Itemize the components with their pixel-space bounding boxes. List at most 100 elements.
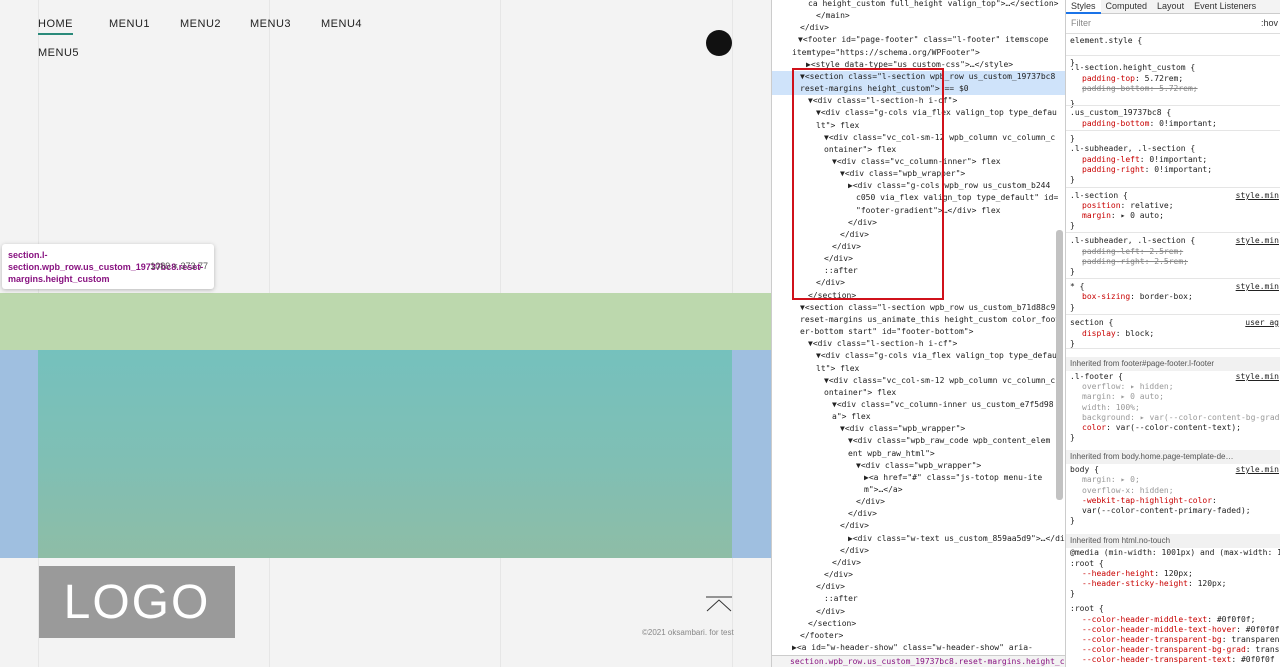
nav-menu3[interactable]: MENU3 — [250, 18, 291, 30]
dom-node-line[interactable]: ▶<div class="w-text us_custom_859aa5d9">… — [848, 533, 1065, 545]
nav-menu1[interactable]: MENU1 — [109, 18, 150, 30]
css-rule-brace: } — [1070, 516, 1075, 525]
dom-node-line[interactable]: </div> — [848, 508, 877, 520]
dom-node-line[interactable]: </footer> — [800, 630, 843, 642]
nav-home[interactable]: HOME — [38, 18, 73, 35]
css-declaration[interactable]: padding-bottom: 5.72rem; — [1066, 84, 1280, 94]
rule-divider — [1066, 314, 1280, 315]
dom-node-line[interactable]: lt"> flex — [816, 363, 859, 375]
dom-node-line[interactable]: </main> — [816, 10, 850, 22]
tab-computed[interactable]: Computed — [1101, 0, 1153, 14]
css-declaration[interactable]: padding-left: 2.5rem; — [1066, 247, 1280, 257]
css-declaration[interactable]: margin: ▸ 0 auto; — [1066, 211, 1280, 221]
nav-menu5[interactable]: MENU5 — [38, 47, 79, 59]
css-declaration[interactable]: padding-left: 0!important; — [1066, 155, 1280, 165]
nav-menu4[interactable]: MENU4 — [321, 18, 362, 30]
css-declaration[interactable]: margin: ▸ 0 auto; — [1066, 392, 1280, 402]
css-declaration[interactable]: --color-header-middle-text-hover: #0f0f0… — [1066, 625, 1280, 635]
dom-node-line[interactable]: ▼<footer id="page-footer" class="l-foote… — [798, 34, 1048, 46]
dom-node-line[interactable]: </div> — [832, 557, 861, 569]
dom-node-line[interactable]: </section> — [808, 618, 856, 630]
dom-node-line[interactable]: ▼<div class="l-section-h i-cf"> — [808, 338, 957, 350]
css-declaration[interactable]: padding-right: 0!important; — [1066, 165, 1280, 175]
dom-node-line[interactable]: ▼<div class="vc_column-inner us_custom_e… — [832, 399, 1054, 411]
dom-node-line[interactable]: er-bottom start" id="footer-bottom"> — [800, 326, 973, 338]
stylesheet-source-link[interactable]: style.min — [1236, 372, 1279, 382]
dom-node-line[interactable]: m">…</a> — [864, 484, 903, 496]
inherited-from-header: Inherited from body.home.page-template-d… — [1066, 450, 1280, 464]
elements-panel: ca height_custom full_height valign_top"… — [771, 0, 1065, 667]
css-rule-brace: } — [1070, 589, 1075, 598]
dom-node-line[interactable]: ontainer"> flex — [824, 387, 896, 399]
css-declaration[interactable]: width: 100%; — [1066, 403, 1280, 413]
stylesheet-source-link[interactable]: user ag — [1245, 318, 1279, 328]
css-declaration[interactable]: -webkit-tap-highlight-color: — [1066, 496, 1280, 506]
elements-scrollbar[interactable] — [1056, 230, 1063, 500]
nav-menu2[interactable]: MENU2 — [180, 18, 221, 30]
rule-divider — [1066, 278, 1280, 279]
css-declaration[interactable]: --color-header-transparent-bg-grad: tran… — [1066, 645, 1280, 655]
stylesheet-source-link[interactable]: style.min — [1236, 191, 1279, 201]
css-declaration[interactable]: color: var(--color-content-text); — [1066, 423, 1280, 433]
css-declaration[interactable]: padding-right: 2.5rem; — [1066, 257, 1280, 267]
menu-toggle-button[interactable] — [706, 30, 732, 56]
tooltip-dimensions: 1089 × 373.77 — [150, 261, 208, 271]
copyright-text: ©2021 oksambari. for test — [642, 628, 734, 637]
dom-node-line[interactable]: </div> — [824, 569, 853, 581]
dom-node-line[interactable]: ▶<a href="#" class="js-totop menu-ite — [864, 472, 1042, 484]
dom-node-line[interactable]: ▼<div class="wpb_raw_code wpb_content_el… — [848, 435, 1050, 447]
css-rule-selector: .l-section.height_custom { — [1070, 63, 1196, 72]
css-declaration[interactable]: position: relative; — [1066, 201, 1280, 211]
dom-node-line[interactable]: ▼<div class="wpb_wrapper"> — [840, 423, 965, 435]
styles-filter[interactable]: Filter :hov — [1066, 14, 1280, 34]
dom-breadcrumb[interactable]: section.wpb_row.us_custom_19737bc8.reset… — [772, 655, 1065, 667]
dom-node-line[interactable]: ▼<div class="g-cols via_flex valign_top … — [816, 350, 1057, 362]
dom-node-line[interactable]: </div> — [840, 520, 869, 532]
dom-node-line[interactable]: ent wpb_raw_html"> — [848, 448, 935, 460]
to-top-icon[interactable] — [706, 596, 732, 612]
hov-toggle[interactable]: :hov — [1261, 18, 1278, 28]
footer-logo[interactable]: LOGO — [39, 566, 235, 638]
stylesheet-source-link[interactable]: style.min — [1236, 465, 1279, 475]
css-declaration[interactable]: margin: ▸ 0; — [1066, 475, 1280, 485]
dom-node-line[interactable]: ▶<a id="w-header-show" class="w-header-s… — [792, 642, 1033, 654]
dom-node-line[interactable]: a"> flex — [832, 411, 871, 423]
rule-divider — [1066, 105, 1280, 106]
rule-divider — [1066, 130, 1280, 131]
dom-node-line[interactable]: </div> — [816, 606, 845, 618]
dom-node-line[interactable]: ::after — [824, 593, 858, 605]
css-declaration[interactable]: display: block; — [1066, 329, 1280, 339]
css-declaration[interactable]: overflow: ▸ hidden; — [1066, 382, 1280, 392]
stylesheet-source-link[interactable]: style.min — [1236, 282, 1279, 292]
css-declaration[interactable]: --color-header-transparent-bg: transpare… — [1066, 635, 1280, 645]
filter-input[interactable]: Filter — [1071, 18, 1091, 28]
dom-node-line[interactable]: ▼<div class="vc_col-sm-12 wpb_column vc_… — [824, 375, 1055, 387]
css-declaration[interactable]: overflow-x: hidden; — [1066, 486, 1280, 496]
dom-node-line[interactable]: ▼<div class="wpb_wrapper"> — [856, 460, 981, 472]
dom-node-line[interactable]: ca height_custom full_height valign_top"… — [808, 0, 1058, 10]
css-rule-selector: .us_custom_19737bc8 { — [1070, 108, 1172, 117]
dom-node-line[interactable]: </div> — [816, 581, 845, 593]
css-declaration[interactable]: var(--color-content-primary-faded); — [1066, 506, 1280, 516]
dom-node-line[interactable]: ▼<section class="l-section wpb_row us_cu… — [800, 302, 1055, 314]
css-declaration[interactable]: padding-bottom: 0!important; — [1066, 119, 1280, 129]
css-declaration[interactable]: --header-height: 120px; — [1066, 569, 1280, 579]
tab-event-listeners[interactable]: Event Listeners — [1189, 0, 1261, 14]
dom-node-line[interactable]: </div> — [840, 545, 869, 557]
css-rule-brace: } — [1070, 134, 1075, 143]
dom-node-line[interactable]: </div> — [856, 496, 885, 508]
css-declaration[interactable]: padding-top: 5.72rem; — [1066, 74, 1280, 84]
css-declaration[interactable]: --header-sticky-height: 120px; — [1066, 579, 1280, 589]
css-declaration[interactable]: box-sizing: border-box; — [1066, 292, 1280, 302]
tab-layout[interactable]: Layout — [1152, 0, 1189, 14]
css-declaration[interactable]: --color-header-transparent-text: #0f0f0f — [1066, 655, 1280, 665]
dom-node-line[interactable]: </div> — [800, 22, 829, 34]
css-rule-brace: } — [1070, 175, 1075, 184]
stylesheet-source-link[interactable]: style.min — [1236, 236, 1279, 246]
css-declaration[interactable]: background: ▸ var(--color-content-bg-gra… — [1066, 413, 1280, 423]
page-preview: HOME MENU1 MENU2 MENU3 MENU4 MENU5 secti… — [0, 0, 771, 667]
tab-styles[interactable]: Styles — [1066, 0, 1101, 14]
dom-node-line[interactable]: itemtype="https://schema.org/WPFooter"> — [792, 47, 980, 59]
css-declaration[interactable]: --color-header-middle-text: #0f0f0f; — [1066, 615, 1280, 625]
dom-node-line[interactable]: reset-margins us_animate_this height_cus… — [800, 314, 1060, 326]
